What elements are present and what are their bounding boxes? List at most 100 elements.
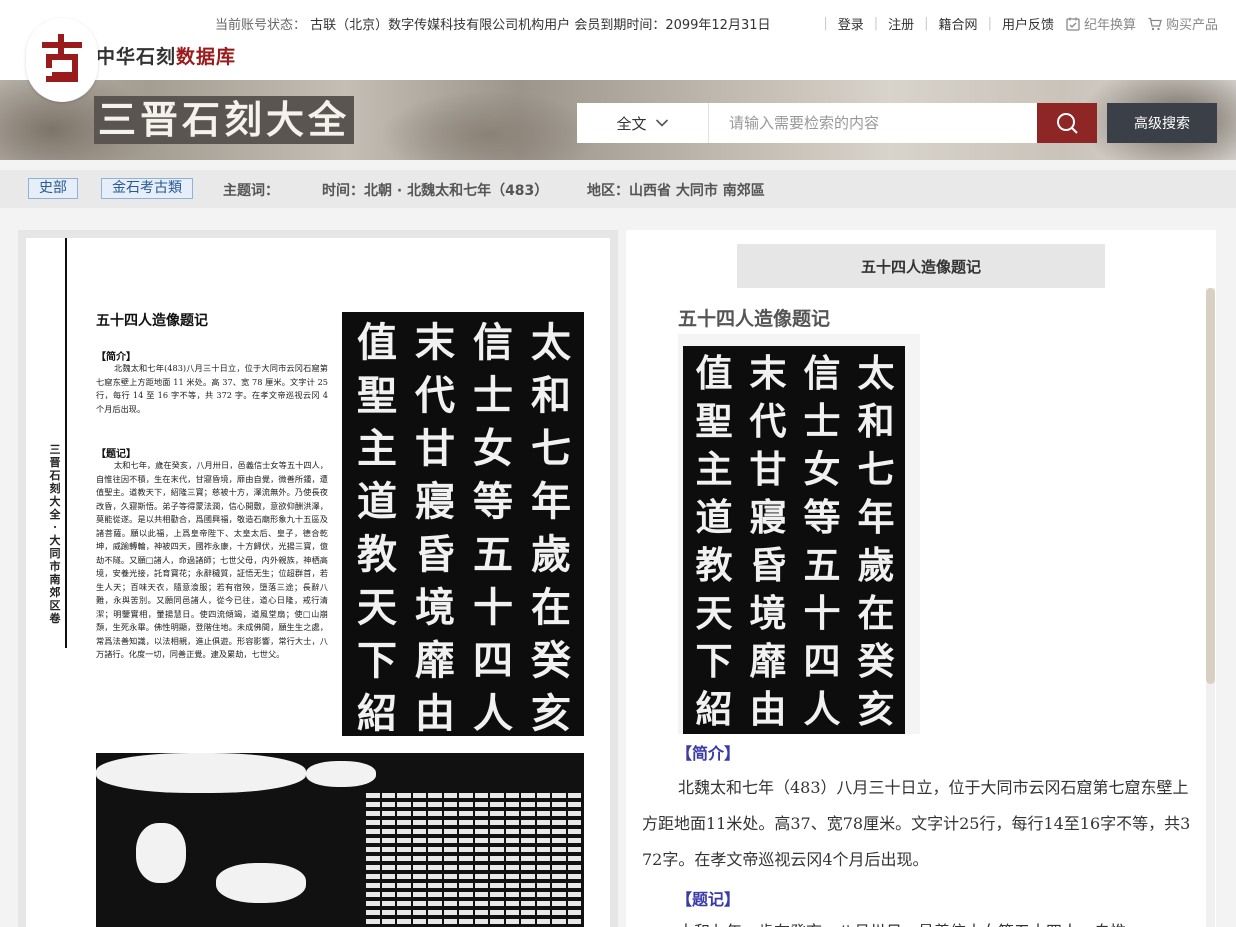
rubbing-char: 人 [803, 687, 841, 731]
rubbing-char: 七 [857, 447, 895, 491]
expire-label: 会员到期时间： [574, 18, 666, 33]
rubbing-relief-column [366, 793, 380, 927]
rubbing-char: 寢 [415, 477, 455, 525]
rubbing-char: 天 [357, 583, 397, 631]
rubbing-char: 人 [473, 689, 513, 737]
time-meta: 时间：北朝 · 北魏太和七年（483） [322, 183, 549, 199]
rubbing-char: 甘 [749, 447, 787, 491]
site-logo[interactable] [26, 18, 98, 102]
rubbing-char: 下 [357, 636, 397, 684]
rubbing-char: 值 [695, 351, 733, 395]
detail-panel: 五十四人造像题记 五十四人造像题记 太和七年歲在癸亥 信士女等五十四人 末代甘寢昏境… [626, 230, 1216, 927]
banner: 三晋石刻大全 全文 高级搜索 [0, 80, 1236, 160]
search-box: 全文 [577, 103, 1097, 143]
register-link[interactable]: 注册 [888, 14, 914, 33]
rubbing-relief-text [366, 793, 581, 927]
brand-name[interactable]: 中华石刻数据库 [96, 42, 236, 69]
search-button[interactable] [1037, 103, 1097, 143]
rubbing-char: 士 [473, 371, 513, 419]
advanced-search-button[interactable]: 高级搜索 [1107, 103, 1217, 143]
rubbing-char: 在 [531, 583, 571, 631]
top-bar: 中华石刻数据库 当前账号状态： 古联（北京）数字传媒科技有限公司机构用户 会员到… [0, 0, 1236, 80]
rubbing-characters: 太和七年歲在癸亥 信士女等五十四人 末代甘寢昏境靡由 值聖主道教天下紹 [346, 312, 580, 737]
search-input[interactable] [709, 103, 1037, 143]
jihe-link[interactable]: 籍合网 [939, 14, 978, 33]
rubbing-char: 年 [531, 477, 571, 525]
rubbing-char: 亥 [857, 687, 895, 731]
buy-label: 购买产品 [1165, 18, 1218, 33]
rubbing-char: 亥 [531, 689, 571, 737]
rubbing-relief-column [505, 793, 519, 927]
category-tag-shibu[interactable]: 史部 [28, 178, 78, 199]
divider: | [873, 16, 879, 31]
rubbing-char: 末 [415, 318, 455, 366]
rubbing-relief-column [536, 793, 550, 927]
rubbing-char: 和 [531, 371, 571, 419]
calendar-check-icon [1066, 17, 1080, 31]
detail-record-heading: 【题记】 [676, 890, 741, 909]
rubbing-char: 聖 [357, 371, 397, 419]
rubbing-char: 歲 [857, 543, 895, 587]
scanned-page: 三晋石刻大全·大同市南郊区卷 五十四人造像题记 【简介】 北魏太和七年(483)… [26, 238, 610, 927]
detail-rubbing-characters: 太和七年歲在癸亥 信士女等五十四人 末代甘寢昏境靡由 值聖主道教天下紹 [685, 346, 903, 734]
detail-title: 五十四人造像题记 [678, 308, 831, 330]
rubbing-relief-column [567, 793, 581, 927]
banner-texture [380, 90, 600, 160]
rubbing-char: 紹 [695, 687, 733, 731]
rubbing-char: 寢 [749, 495, 787, 539]
detail-image[interactable]: 太和七年歲在癸亥 信士女等五十四人 末代甘寢昏境靡由 值聖主道教天下紹 [678, 334, 920, 734]
rubbing-relief-column [381, 793, 395, 927]
collection-title: 三晋石刻大全 [94, 96, 355, 144]
detail-record-text: 太和七年，歲在癸亥，八月卅日，邑義信士女等五十四人，自惟 [642, 914, 1192, 927]
feedback-link[interactable]: 用户反馈 [1002, 14, 1054, 33]
rubbing-char: 主 [357, 424, 397, 472]
rubbing-char: 昏 [749, 543, 787, 587]
rubbing-char: 境 [749, 591, 787, 635]
rubbing-char: 五 [473, 530, 513, 578]
rubbing-char: 歲 [531, 530, 571, 578]
rubbing-char: 下 [695, 639, 733, 683]
rubbing-char: 教 [695, 543, 733, 587]
category-tag-jinshi[interactable]: 金石考古類 [101, 178, 193, 199]
detail-header: 五十四人造像题记 [737, 244, 1105, 288]
rubbing-char: 值 [357, 318, 397, 366]
page-spine-title: 三晋石刻大全·大同市南郊区卷 [49, 443, 61, 625]
rubbing-relief-column [459, 793, 473, 927]
rubbing-relief-column [428, 793, 442, 927]
buy-link[interactable]: 购买产品 [1148, 14, 1218, 33]
rubbing-char: 太 [531, 318, 571, 366]
rubbing-char: 代 [749, 399, 787, 443]
rubbing-relief-column [412, 793, 426, 927]
scrollbar-thumb[interactable] [1206, 288, 1215, 684]
logo-mark-icon [42, 34, 82, 82]
scan-viewer[interactable]: 三晋石刻大全·大同市南郊区卷 五十四人造像题记 【简介】 北魏太和七年(483)… [18, 230, 618, 927]
nianji-link[interactable]: 纪年换算 [1066, 14, 1136, 33]
account-status: 当前账号状态： 古联（北京）数字传媒科技有限公司机构用户 会员到期时间：2099… [215, 14, 771, 33]
scan-intro-heading: 【简介】 [96, 352, 136, 363]
status-label: 当前账号状态： [215, 18, 307, 33]
search-scope-label: 全文 [616, 114, 647, 133]
detail-intro-heading: 【简介】 [676, 744, 741, 763]
region-meta: 地区：山西省 大同市 南郊區 [587, 183, 765, 199]
rubbing-char: 在 [857, 591, 895, 635]
divider: | [987, 16, 992, 31]
filter-bar: 史部 金石考古類 主题词： 时间：北朝 · 北魏太和七年（483） 地区：山西省… [0, 170, 1236, 208]
rubbing-char: 代 [415, 371, 455, 419]
rubbing-char: 女 [473, 424, 513, 472]
scan-title: 五十四人造像题记 [96, 313, 208, 329]
rubbing-char: 道 [357, 477, 397, 525]
login-link[interactable]: 登录 [838, 14, 864, 33]
divider: | [924, 16, 929, 31]
collection-title-text: 三晋石刻大全 [98, 97, 351, 142]
rubbing-char: 十 [803, 591, 841, 635]
rubbing-char: 紹 [357, 689, 397, 737]
scan-record-text: 太和七年，歲在癸亥，八月卅日，邑義信士女等五十四人，自惟往因不積，生在末代，甘寢… [96, 460, 328, 659]
rubbing-char: 四 [803, 639, 841, 683]
rubbing-relief-column [490, 793, 504, 927]
rubbing-char: 教 [357, 530, 397, 578]
scan-record-heading: 【题记】 [96, 449, 136, 460]
nianji-label: 纪年换算 [1083, 18, 1136, 33]
rubbing-image: 太和七年歲在癸亥 信士女等五十四人 末代甘寢昏境靡由 值聖主道教天下紹 [342, 312, 584, 736]
rubbing-char: 等 [803, 495, 841, 539]
search-scope-select[interactable]: 全文 [577, 103, 709, 143]
